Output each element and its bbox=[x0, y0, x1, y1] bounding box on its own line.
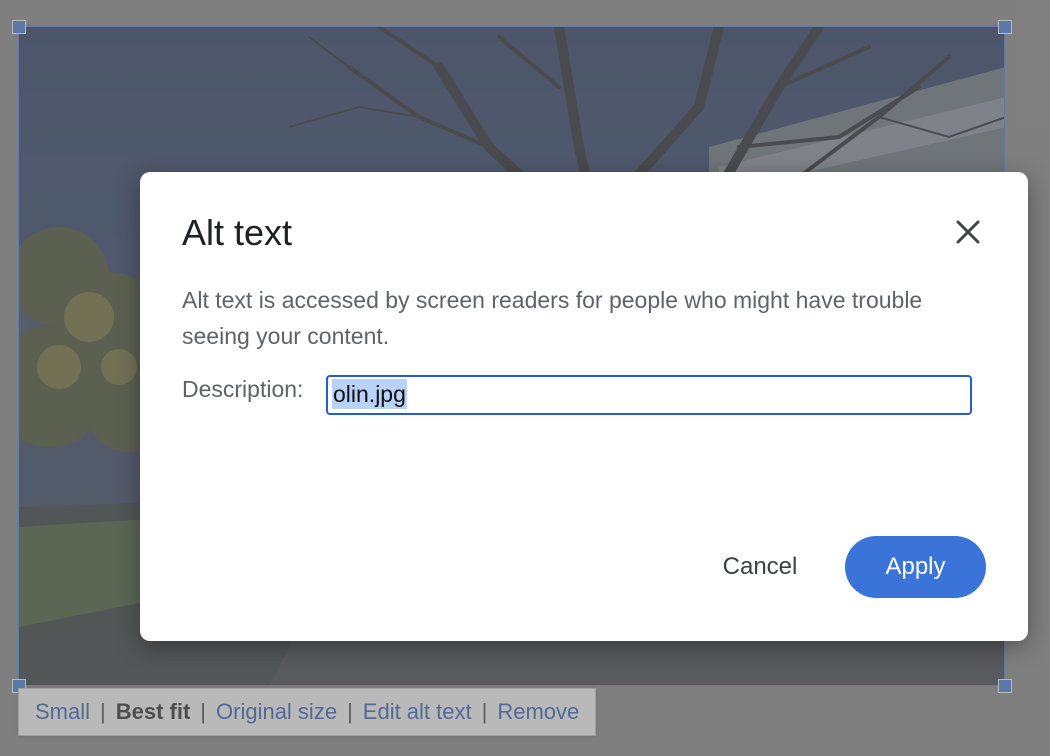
remove-image-link[interactable]: Remove bbox=[497, 699, 579, 725]
size-small-link[interactable]: Small bbox=[35, 699, 90, 725]
edit-alt-text-link[interactable]: Edit alt text bbox=[363, 699, 472, 725]
separator: | bbox=[200, 699, 207, 724]
image-options-toolbar: Small | Best fit | Original size | Edit … bbox=[18, 688, 597, 736]
alt-text-dialog: Alt text Alt text is accessed by screen … bbox=[140, 172, 1028, 641]
separator: | bbox=[100, 699, 106, 724]
size-best-fit-link[interactable]: Best fit bbox=[116, 699, 191, 725]
description-input[interactable] bbox=[326, 375, 972, 415]
resize-handle-top-left[interactable] bbox=[12, 20, 26, 34]
close-button[interactable] bbox=[948, 212, 988, 252]
separator: | bbox=[347, 699, 353, 724]
size-original-link[interactable]: Original size bbox=[216, 699, 337, 725]
dialog-description: Alt text is accessed by screen readers f… bbox=[182, 287, 923, 349]
document-canvas: Small | Best fit | Original size | Edit … bbox=[0, 0, 1050, 756]
resize-handle-top-right[interactable] bbox=[998, 20, 1012, 34]
resize-handle-bottom-right[interactable] bbox=[998, 679, 1012, 693]
apply-button[interactable]: Apply bbox=[845, 536, 986, 598]
separator: | bbox=[481, 699, 488, 724]
description-label: Description: bbox=[182, 376, 304, 402]
dialog-title: Alt text bbox=[182, 212, 293, 253]
close-icon bbox=[956, 220, 980, 244]
cancel-button[interactable]: Cancel bbox=[700, 536, 820, 598]
